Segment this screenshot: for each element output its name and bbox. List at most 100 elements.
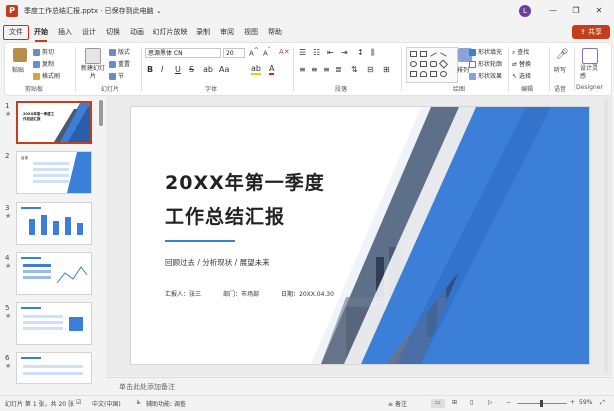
microphone-icon[interactable]: 🎤︎ (556, 49, 569, 60)
square-shape-icon[interactable] (420, 61, 427, 67)
zoom-level[interactable]: 59% (579, 399, 592, 406)
minimize-button[interactable]: — (546, 4, 560, 18)
slide-canvas[interactable]: 20XX年第一季度 工作总结汇报 回顾过去 / 分析现状 / 展望未来 汇报人：… (130, 106, 590, 365)
brace-shape-icon[interactable] (430, 71, 437, 77)
reporter-text[interactable]: 汇报人：张三 (165, 289, 201, 298)
italic-button[interactable]: I (161, 65, 163, 74)
slide-thumbnail-2[interactable]: 目录 (16, 151, 92, 194)
rounded-rect-shape-icon[interactable] (430, 61, 437, 67)
columns-icon[interactable]: ⫼ (371, 48, 375, 58)
star-shape-icon[interactable] (440, 71, 447, 77)
shape-effects-button[interactable]: 形状效果 (469, 71, 502, 80)
highlight-color-icon[interactable]: ab (251, 64, 261, 75)
slide-subtitle[interactable]: 回顾过去 / 分析现状 / 展望未来 (165, 257, 270, 268)
designer-icon[interactable] (582, 48, 598, 64)
notes-pane[interactable]: 单击此处添加备注 (106, 377, 612, 395)
dictate-button[interactable]: 听写 (554, 65, 566, 74)
slide-sorter-icon[interactable]: ⊞ (452, 399, 457, 406)
file-title[interactable]: 季度工作总结汇报.pptx · 已保存到此电脑 ⌄ (24, 6, 162, 16)
font-color-icon[interactable]: A (269, 64, 275, 75)
rectangle-shape-icon[interactable] (410, 51, 417, 57)
share-button[interactable]: ⇪ 共享 (572, 25, 610, 39)
char-spacing-icon[interactable]: ab (203, 65, 213, 74)
slide-title-line2[interactable]: 工作总结汇报 (165, 202, 285, 229)
slide-thumbnail-1[interactable]: 20XX年第一季度工作总结汇报 (16, 101, 92, 144)
normal-view-icon[interactable]: ▭ (431, 399, 445, 408)
accessibility-icon[interactable]: ♿︎ (136, 399, 141, 406)
slide-thumbnail-5[interactable] (16, 302, 92, 345)
find-button[interactable]: ⌕ 查找 (512, 47, 529, 57)
diamond-shape-icon[interactable] (438, 59, 449, 69)
new-slide-button[interactable]: 新建幻灯片 (79, 65, 107, 81)
tab-design[interactable]: 设计 (80, 26, 98, 39)
slide-title-line1[interactable]: 20XX年第一季度 (165, 168, 325, 195)
copy-button[interactable]: 复制 (33, 59, 54, 68)
align-right-icon[interactable]: ≡ (323, 65, 330, 74)
tab-home[interactable]: 开始 (32, 26, 50, 42)
tab-transitions[interactable]: 切换 (104, 26, 122, 39)
oval-shape-icon[interactable] (410, 61, 417, 67)
reset-button[interactable]: 重置 (109, 59, 130, 68)
chevron-down-icon[interactable]: ⌄ (156, 7, 162, 15)
change-case-icon[interactable]: Aa (219, 65, 229, 74)
underline-button[interactable]: U (175, 65, 181, 74)
close-button[interactable]: ✕ (592, 4, 606, 18)
cut-button[interactable]: 剪切 (33, 47, 54, 56)
paste-button[interactable]: 粘贴 (12, 65, 24, 74)
arrange-button[interactable]: 排列 (457, 65, 469, 74)
tab-review[interactable]: 审阅 (218, 26, 236, 39)
fit-to-window-icon[interactable]: ⤢ (600, 399, 605, 407)
designer-button[interactable]: 设计灵感 (580, 65, 602, 81)
tab-file[interactable]: 文件 (3, 25, 29, 40)
align-left-icon[interactable]: ≡ (299, 65, 306, 74)
notes-button[interactable]: ≡ 备注 (388, 399, 407, 408)
slide-thumbnail-4[interactable] (16, 252, 92, 295)
grow-font-icon[interactable]: A^ (249, 48, 259, 57)
tab-slideshow[interactable]: 幻灯片放映 (152, 26, 188, 39)
bold-button[interactable]: B (147, 65, 153, 74)
new-slide-icon[interactable] (85, 48, 101, 64)
slide-thumbnail-6[interactable] (16, 352, 92, 384)
line-spacing-icon[interactable]: ↕ (357, 48, 364, 57)
date-text[interactable]: 日期：20XX.04.30 (281, 289, 334, 298)
thumbnail-scrollbar[interactable] (99, 100, 103, 126)
section-button[interactable]: 节 (109, 71, 124, 80)
shapes-gallery[interactable] (406, 47, 458, 83)
shape-fill-button[interactable]: 形状填充 (469, 47, 502, 56)
shrink-font-icon[interactable]: Aˇ (263, 48, 271, 57)
align-text-icon[interactable]: ⊟ (367, 65, 374, 74)
accessibility-status[interactable]: 辅助功能: 调查 (146, 399, 186, 408)
department-text[interactable]: 部门：市场部 (223, 289, 259, 298)
tab-help[interactable]: 帮助 (266, 26, 284, 39)
strikethrough-button[interactable]: S (189, 65, 194, 74)
smartart-icon[interactable]: ⊞ (383, 65, 390, 74)
shape-outline-button[interactable]: 形状轮廓 (469, 59, 502, 68)
zoom-slider-thumb[interactable] (540, 400, 543, 407)
tab-animations[interactable]: 动画 (128, 26, 146, 39)
avatar[interactable]: L (519, 5, 531, 17)
tab-insert[interactable]: 插入 (56, 26, 74, 39)
slideshow-icon[interactable]: ▷ (488, 399, 493, 406)
bullets-icon[interactable]: ☰ (299, 48, 306, 57)
zoom-in-icon[interactable]: + (570, 399, 575, 406)
slide-thumbnail-3[interactable] (16, 202, 92, 245)
text-direction-icon[interactable]: ⇅ (351, 65, 358, 74)
line-shape-icon[interactable] (430, 52, 437, 57)
font-name-select[interactable]: 思源黑体 CN (145, 48, 221, 58)
arrow-shape-icon[interactable] (440, 52, 447, 57)
align-center-icon[interactable]: ≡ (311, 65, 318, 74)
zoom-out-icon[interactable]: − (506, 399, 511, 406)
arc-shape-icon[interactable] (420, 71, 427, 77)
restore-button[interactable]: ❐ (569, 4, 583, 18)
justify-icon[interactable]: ≣ (335, 65, 342, 74)
font-size-select[interactable]: 20 (223, 48, 245, 58)
editor-scrollbar[interactable] (604, 100, 608, 372)
tab-record[interactable]: 录制 (194, 26, 212, 39)
format-painter-button[interactable]: 格式刷 (33, 71, 60, 80)
replace-button[interactable]: ⇄ 替换 (512, 59, 531, 68)
increase-indent-icon[interactable]: ⇥ (341, 48, 348, 57)
reading-view-icon[interactable]: ▯ (470, 399, 473, 406)
select-button[interactable]: ↖ 选择 (512, 71, 531, 80)
clear-format-icon[interactable]: A✕ (279, 48, 290, 56)
spellcheck-icon[interactable]: ☑ (76, 399, 81, 406)
